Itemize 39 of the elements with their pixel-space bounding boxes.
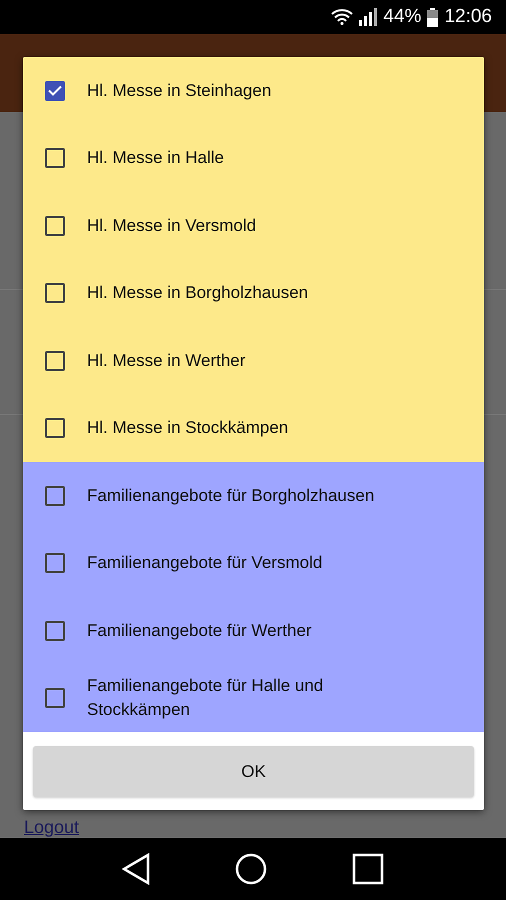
checkbox[interactable]	[45, 688, 65, 708]
ok-button[interactable]: OK	[33, 746, 474, 797]
option-row[interactable]: Familienangebote für Halle und Stockkämpen	[23, 664, 484, 732]
checkbox[interactable]	[45, 283, 65, 304]
checkbox[interactable]	[45, 216, 65, 236]
option-row[interactable]: Hl. Messe in Borgholzhausen	[23, 260, 484, 327]
option-row[interactable]: Familienangebote für Werther	[23, 597, 484, 664]
option-label: Hl. Messe in Stockkämpen	[87, 417, 288, 440]
option-label: Hl. Messe in Borgholzhausen	[87, 282, 308, 304]
wifi-icon	[331, 9, 354, 25]
option-row[interactable]: Hl. Messe in Steinhagen	[23, 57, 484, 124]
checkbox[interactable]	[45, 350, 65, 371]
checkbox[interactable]	[45, 553, 65, 574]
home-icon[interactable]	[234, 853, 267, 885]
checkbox[interactable]	[45, 418, 65, 438]
back-icon[interactable]	[122, 853, 150, 885]
checkbox[interactable]	[45, 80, 65, 101]
clock-time: 12:06	[444, 6, 492, 28]
option-label: Hl. Messe in Steinhagen	[87, 80, 272, 102]
option-label: Hl. Messe in Halle	[87, 147, 224, 170]
signal-icon	[359, 8, 378, 26]
option-row[interactable]: Familienangebote für Borgholzhausen	[23, 462, 484, 530]
option-label: Familienangebote für Halle und Stockkämpen	[87, 675, 324, 722]
checkbox[interactable]	[45, 148, 65, 168]
option-row[interactable]: Hl. Messe in Werther	[23, 327, 484, 394]
option-row[interactable]: Hl. Messe in Stockkämpen	[23, 394, 484, 462]
option-row[interactable]: Hl. Messe in Halle	[23, 124, 484, 192]
option-label: Familienangebote für Versmold	[87, 552, 322, 574]
option-label: Familienangebote für Borgholzhausen	[87, 484, 374, 507]
option-label: Hl. Messe in Versmold	[87, 214, 256, 237]
option-row[interactable]: Familienangebote für Versmold	[23, 530, 484, 597]
option-label: Hl. Messe in Werther	[87, 350, 246, 372]
checkbox[interactable]	[45, 486, 65, 506]
checkbox[interactable]	[45, 620, 65, 641]
battery-icon	[427, 8, 438, 26]
recents-icon[interactable]	[352, 853, 384, 885]
option-label: Familienangebote für Werther	[87, 620, 312, 642]
battery-percentage: 44%	[383, 6, 422, 28]
option-row[interactable]: Hl. Messe in Versmold	[23, 192, 484, 260]
